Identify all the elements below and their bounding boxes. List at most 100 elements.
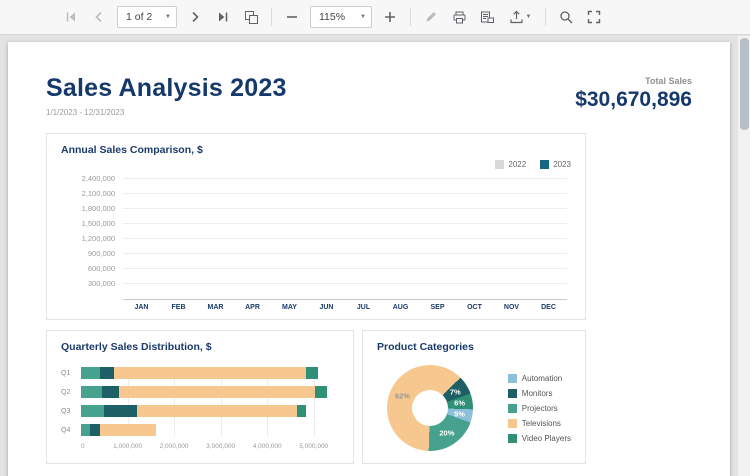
slice-label-projectors: 20% bbox=[439, 428, 454, 437]
segment-televisions-q4 bbox=[100, 424, 156, 436]
donut-hole bbox=[412, 390, 448, 426]
segment-monitors-q1 bbox=[100, 367, 114, 379]
multipage-view-button[interactable] bbox=[238, 4, 264, 30]
bars-area bbox=[123, 174, 567, 299]
viewer-toolbar: 1 of 2 ▼ 115% ▼ bbox=[0, 0, 750, 35]
x-axis-label: 2,000,000 bbox=[160, 443, 189, 450]
previous-page-button[interactable] bbox=[86, 4, 112, 30]
legend-label: Monitors bbox=[522, 389, 553, 398]
export-button[interactable]: ▼ bbox=[502, 4, 538, 30]
x-axis-label: 5,000,000 bbox=[299, 443, 328, 450]
page-title: Sales Analysis 2023 bbox=[46, 74, 287, 103]
chevron-right-icon bbox=[188, 10, 202, 24]
stacked-bar-row-q4: Q4 bbox=[61, 424, 339, 436]
legend-label: 2022 bbox=[508, 160, 526, 169]
first-page-button[interactable] bbox=[58, 4, 84, 30]
y-axis-label: 300,000 bbox=[61, 279, 115, 288]
legend-item-video-players: Video Players bbox=[508, 434, 571, 443]
x-axis-label: NOV bbox=[493, 304, 530, 311]
legend-swatch bbox=[508, 389, 517, 398]
chart-x-axis: JANFEBMARAPRMAYJUNJULAUGSEPOCTNOVDEC bbox=[123, 300, 567, 311]
total-sales-block: Total Sales $30,670,896 bbox=[575, 74, 692, 112]
product-categories-legend: AutomationMonitorsProjectorsTelevisionsV… bbox=[508, 374, 571, 443]
zoom-in-button[interactable] bbox=[377, 4, 403, 30]
search-icon bbox=[559, 10, 573, 24]
fullscreen-icon bbox=[587, 10, 601, 24]
last-page-button[interactable] bbox=[210, 4, 236, 30]
bottom-charts-row: Quarterly Sales Distribution, $ Q1 Q2 Q3 Q4… bbox=[46, 330, 586, 464]
search-button[interactable] bbox=[553, 4, 579, 30]
legend-label: Televisions bbox=[522, 419, 561, 428]
bar-track bbox=[81, 386, 339, 398]
x-axis-label: FEB bbox=[160, 304, 197, 311]
export-icon bbox=[509, 10, 524, 25]
annual-sales-legend: 2022 2023 bbox=[61, 158, 571, 170]
vertical-scrollbar[interactable] bbox=[737, 36, 750, 476]
legend-swatch bbox=[508, 434, 517, 443]
legend-item-2022: 2022 bbox=[495, 158, 526, 170]
stacked-bar-row-q3: Q3 bbox=[61, 405, 339, 417]
slice-label-monitors: 7% bbox=[450, 387, 461, 396]
x-axis-label: 3,000,000 bbox=[206, 443, 235, 450]
toolbar-separator bbox=[545, 8, 546, 26]
slice-label-automation: 5% bbox=[454, 409, 465, 418]
segment-projectors-q2 bbox=[81, 386, 102, 398]
next-page-button[interactable] bbox=[182, 4, 208, 30]
y-axis-label: 600,000 bbox=[61, 264, 115, 273]
x-axis-label: OCT bbox=[456, 304, 493, 311]
legend-label: Video Players bbox=[522, 434, 571, 443]
last-page-icon bbox=[216, 10, 230, 24]
y-axis-label: 1,800,000 bbox=[61, 204, 115, 213]
segment-televisions-q3 bbox=[137, 405, 296, 417]
print-button[interactable] bbox=[446, 4, 472, 30]
stacked-bar-row-q1: Q1 bbox=[61, 367, 339, 379]
segment-video-players-q2 bbox=[315, 386, 327, 398]
product-categories-chart: 7%6%5%20%62% AutomationMonitorsProjector… bbox=[377, 365, 571, 451]
printer-page-icon bbox=[480, 10, 495, 25]
quarterly-sales-title: Quarterly Sales Distribution, $ bbox=[61, 341, 339, 353]
toolbar-separator bbox=[410, 8, 411, 26]
legend-swatch bbox=[508, 374, 517, 383]
stacked-bar-row-q2: Q2 bbox=[61, 386, 339, 398]
segment-projectors-q1 bbox=[81, 367, 100, 379]
y-axis-label: 900,000 bbox=[61, 249, 115, 258]
donut-chart: 7%6%5%20%62% bbox=[387, 365, 473, 451]
total-sales-label: Total Sales bbox=[575, 76, 692, 86]
page-selector[interactable]: 1 of 2 ▼ bbox=[117, 6, 177, 28]
product-categories-title: Product Categories bbox=[377, 341, 571, 353]
x-axis-label: SEP bbox=[419, 304, 456, 311]
chart-plot-area: 300,000600,000900,0001,200,0001,500,0001… bbox=[123, 174, 567, 300]
segment-projectors-q4 bbox=[81, 424, 90, 436]
segment-televisions-q2 bbox=[119, 386, 315, 398]
minus-icon bbox=[286, 11, 298, 23]
chevron-left-icon bbox=[92, 10, 106, 24]
x-axis-label: 0 bbox=[81, 443, 85, 450]
zoom-selector[interactable]: 115% ▼ bbox=[310, 6, 372, 28]
legend-swatch bbox=[508, 419, 517, 428]
fullscreen-button[interactable] bbox=[581, 4, 607, 30]
print-page-button[interactable] bbox=[474, 4, 500, 30]
printer-icon bbox=[452, 10, 467, 25]
x-axis-label: JUN bbox=[308, 304, 345, 311]
slice-label-video-players: 6% bbox=[454, 399, 465, 408]
report-page: Sales Analysis 2023 1/1/2023 - 12/31/202… bbox=[8, 42, 730, 476]
legend-item-televisions: Televisions bbox=[508, 419, 571, 428]
quarterly-sales-chart: Q1 Q2 Q3 Q4 bbox=[61, 367, 339, 436]
highlight-editing-fields-button[interactable] bbox=[418, 4, 444, 30]
product-categories-panel: Product Categories 7%6%5%20%62% Automati… bbox=[362, 330, 586, 464]
x-axis-label: 1,000,000 bbox=[113, 443, 142, 450]
chevron-down-icon: ▼ bbox=[360, 14, 366, 20]
scrollbar-thumb[interactable] bbox=[740, 38, 749, 130]
legend-label: Projectors bbox=[522, 404, 558, 413]
legend-swatch bbox=[508, 404, 517, 413]
legend-label: 2023 bbox=[553, 160, 571, 169]
x-axis-label: 4,000,000 bbox=[253, 443, 282, 450]
x-axis-label: AUG bbox=[382, 304, 419, 311]
segment-monitors-q3 bbox=[104, 405, 137, 417]
viewer-content: Sales Analysis 2023 1/1/2023 - 12/31/202… bbox=[0, 36, 737, 476]
zoom-out-button[interactable] bbox=[279, 4, 305, 30]
first-page-icon bbox=[64, 10, 78, 24]
x-axis-label: MAY bbox=[271, 304, 308, 311]
legend-item-monitors: Monitors bbox=[508, 389, 571, 398]
category-label: Q2 bbox=[61, 389, 81, 396]
